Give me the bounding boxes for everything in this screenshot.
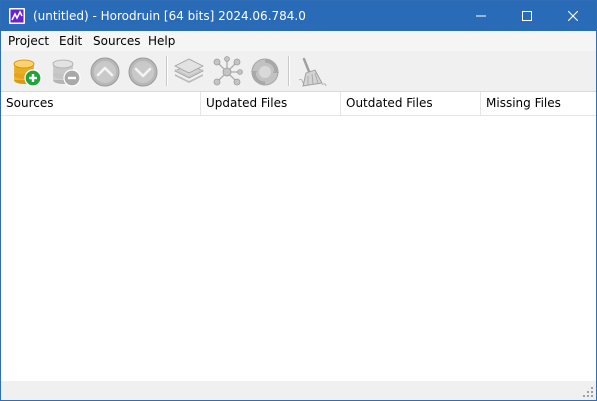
column-header-missing-files[interactable]: Missing Files <box>481 92 596 115</box>
menu-help[interactable]: Help <box>148 33 175 49</box>
column-header-outdated-files[interactable]: Outdated Files <box>341 92 481 115</box>
column-header-sources[interactable]: Sources <box>1 92 201 115</box>
status-bar <box>1 381 596 400</box>
add-source-button[interactable] <box>10 55 44 89</box>
refresh-icon <box>251 58 279 86</box>
menu-bar: Project Edit Sources Help <box>1 31 596 51</box>
toolbar-separator <box>166 56 168 86</box>
minimize-button[interactable] <box>458 1 504 31</box>
app-logo-icon <box>9 8 25 24</box>
minimize-icon <box>476 15 486 17</box>
toolbar-separator <box>288 56 290 86</box>
maximize-icon <box>522 11 532 21</box>
move-down-button[interactable] <box>126 55 160 89</box>
remove-source-button[interactable] <box>49 55 83 89</box>
menu-sources[interactable]: Sources <box>93 33 140 49</box>
layers-button[interactable] <box>172 55 206 89</box>
move-down-icon <box>128 57 158 87</box>
list-header: Sources Updated Files Outdated Files Mis… <box>1 92 596 116</box>
cleanup-broom-icon <box>298 57 327 87</box>
window-title: (untitled) - Horodruin [64 bits] 2024.06… <box>33 9 306 23</box>
refresh-button[interactable] <box>248 55 282 89</box>
add-source-icon <box>13 59 42 87</box>
column-header-updated-files[interactable]: Updated Files <box>201 92 341 115</box>
move-up-icon <box>90 57 120 87</box>
title-bar[interactable]: (untitled) - Horodruin [64 bits] 2024.06… <box>1 1 596 31</box>
network-button[interactable] <box>210 55 244 89</box>
toolbar <box>1 51 596 92</box>
sources-list[interactable] <box>1 116 596 381</box>
close-button[interactable] <box>550 1 596 31</box>
cleanup-button[interactable] <box>294 55 328 89</box>
network-icon <box>213 56 243 86</box>
resize-grip-icon[interactable] <box>582 386 594 398</box>
app-window: (untitled) - Horodruin [64 bits] 2024.06… <box>0 0 597 401</box>
maximize-button[interactable] <box>504 1 550 31</box>
menu-project[interactable]: Project <box>8 33 49 49</box>
layers-icon <box>174 58 204 83</box>
remove-source-icon <box>52 59 81 87</box>
close-icon <box>568 11 578 21</box>
menu-edit[interactable]: Edit <box>59 33 82 49</box>
move-up-button[interactable] <box>88 55 122 89</box>
